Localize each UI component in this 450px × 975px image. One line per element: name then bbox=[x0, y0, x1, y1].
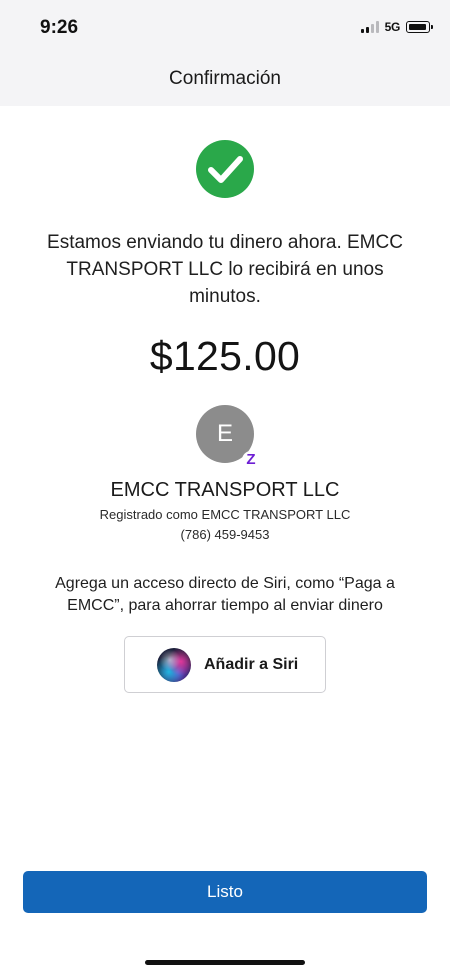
home-indicator[interactable] bbox=[145, 960, 305, 965]
status-time: 9:26 bbox=[40, 17, 79, 38]
header-area: 9:26 5G Confirmación bbox=[0, 0, 450, 106]
siri-shortcut-prompt: Agrega un acceso directo de Siri, como “… bbox=[55, 575, 395, 614]
add-to-siri-button[interactable]: Añadir a Siri bbox=[124, 636, 326, 693]
add-to-siri-label: Añadir a Siri bbox=[204, 655, 299, 673]
recipient-name: EMCC TRANSPORT LLC bbox=[110, 479, 340, 501]
zelle-icon: Z bbox=[242, 451, 260, 469]
status-indicators: 5G bbox=[360, 20, 433, 34]
page-title: Confirmación bbox=[169, 68, 281, 89]
done-button[interactable]: Listo bbox=[23, 871, 427, 913]
confirmation-screen: 9:26 5G Confirmación Estamos enviando tu… bbox=[0, 0, 450, 975]
signal-bars-icon bbox=[360, 21, 379, 33]
siri-icon bbox=[157, 647, 191, 682]
network-type: 5G bbox=[384, 20, 401, 34]
amount-sent: $125.00 bbox=[149, 333, 301, 379]
checkmark-circle-icon bbox=[196, 140, 254, 198]
confirmation-message: Estamos enviando tu dinero ahora. EMCC T… bbox=[47, 232, 403, 307]
recipient-phone: (786) 459-9453 bbox=[180, 527, 270, 542]
battery-icon bbox=[406, 21, 433, 33]
recipient-registered-as: Registrado como EMCC TRANSPORT LLC bbox=[99, 507, 351, 522]
